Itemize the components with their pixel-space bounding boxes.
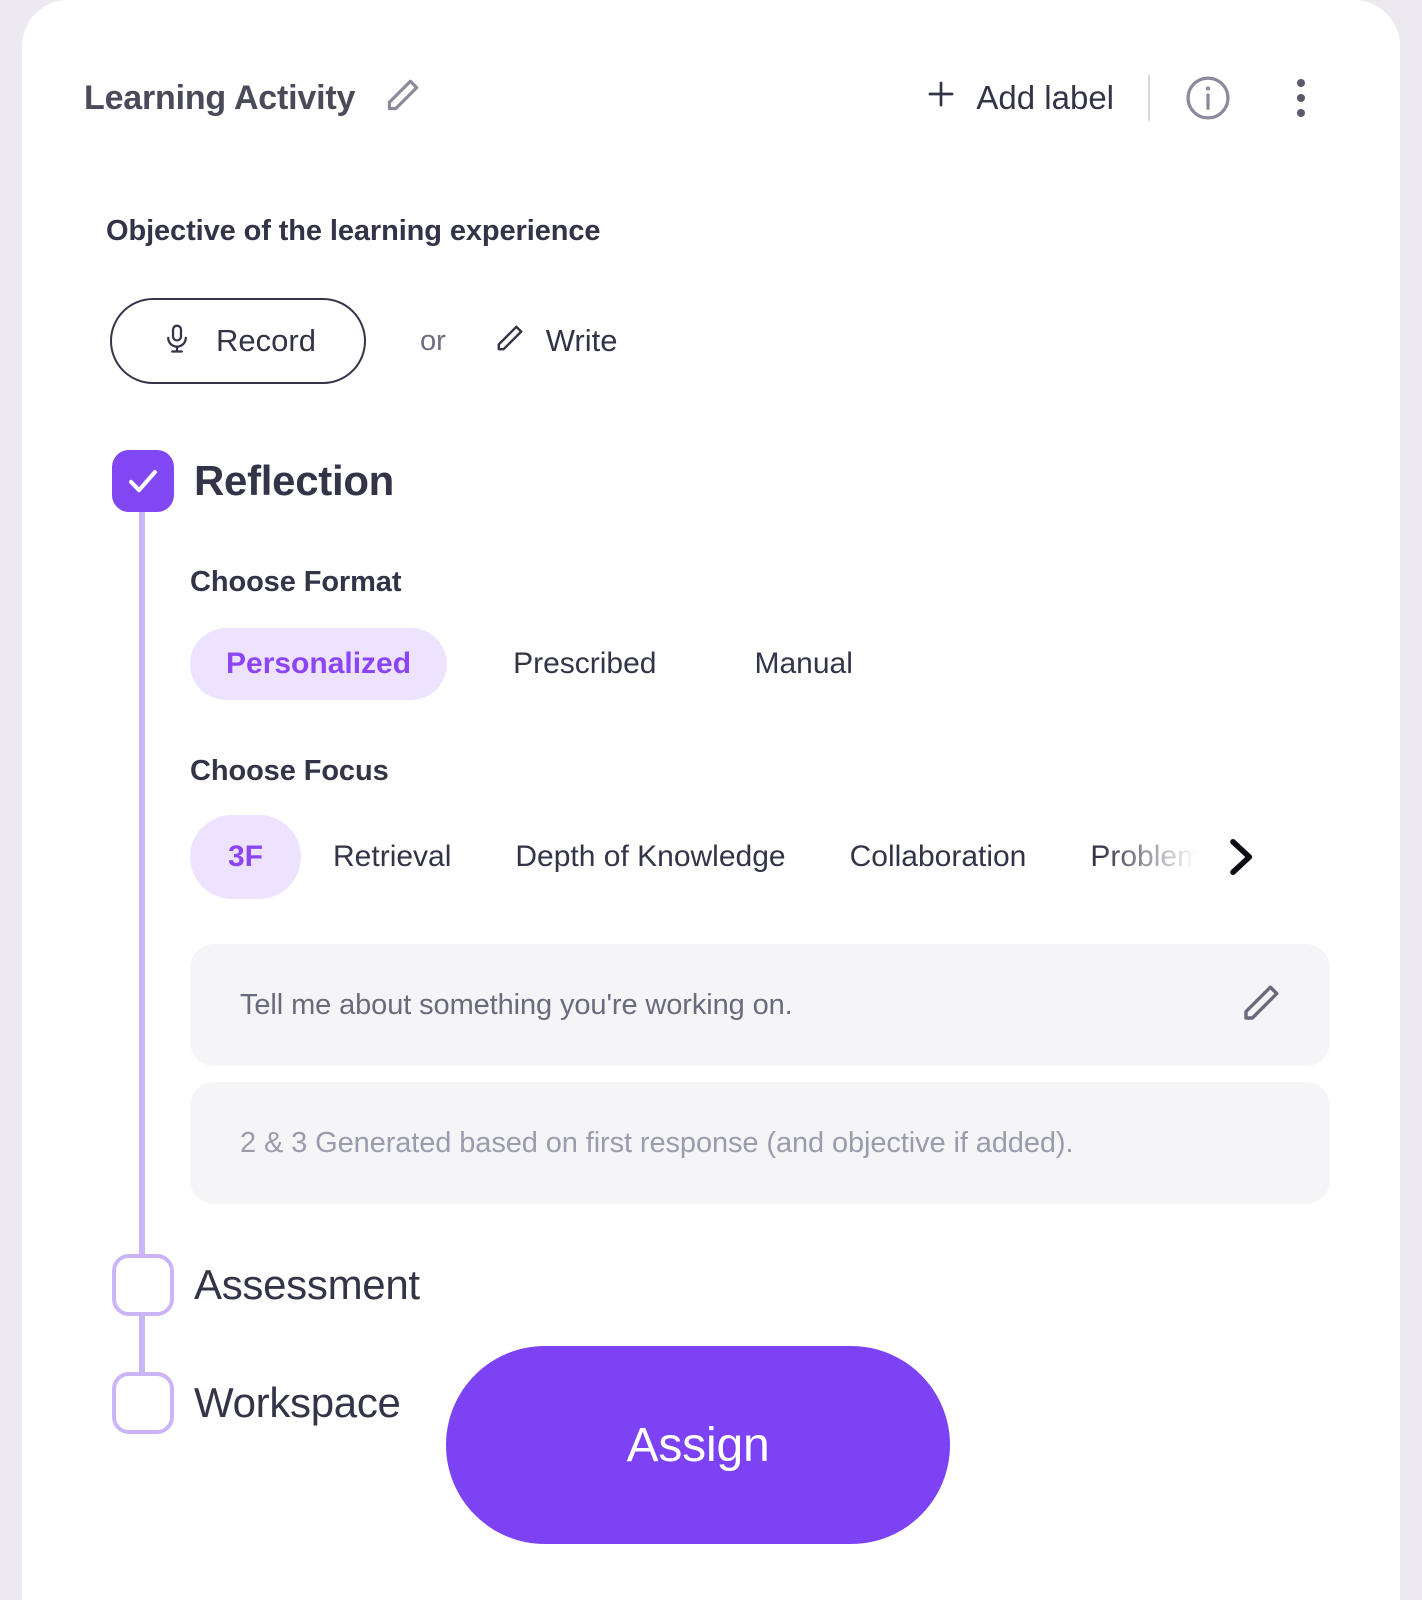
edit-title-pencil-icon[interactable] bbox=[381, 75, 423, 122]
header-actions: Add label bbox=[922, 52, 1324, 144]
choose-focus-options: 3F Retrieval Depth of Knowledge Collabor… bbox=[190, 815, 1268, 899]
reflection-label: Reflection bbox=[194, 457, 395, 504]
objective-input-row: Record or Write bbox=[110, 298, 618, 384]
assign-button[interactable]: Assign bbox=[446, 1346, 950, 1544]
format-option-prescribed[interactable]: Prescribed bbox=[481, 628, 688, 700]
add-label-text: Add label bbox=[976, 79, 1114, 116]
tree-connector-line bbox=[139, 1310, 145, 1372]
focus-option-depth-of-knowledge[interactable]: Depth of Knowledge bbox=[483, 815, 817, 899]
kebab-dot bbox=[1297, 109, 1305, 117]
kebab-menu-icon[interactable] bbox=[1278, 69, 1324, 127]
reflection-checkbox[interactable] bbox=[112, 450, 174, 512]
objective-heading: Objective of the learning experience bbox=[106, 215, 601, 247]
assessment-checkbox[interactable] bbox=[112, 1254, 174, 1316]
write-button-label: Write bbox=[545, 323, 618, 358]
pencil-icon bbox=[492, 322, 526, 361]
assessment-label: Assessment bbox=[194, 1261, 420, 1308]
focus-option-3f[interactable]: 3F bbox=[190, 815, 302, 899]
edit-prompt-pencil-icon[interactable] bbox=[1236, 980, 1284, 1033]
reflection-prompt-2[interactable]: 2 & 3 Generated based on first response … bbox=[190, 1082, 1330, 1204]
header-divider bbox=[1148, 75, 1150, 121]
format-option-personalized[interactable]: Personalized bbox=[190, 628, 448, 700]
plus-icon bbox=[922, 75, 960, 121]
microphone-icon bbox=[160, 322, 194, 361]
chevron-right-icon[interactable] bbox=[1212, 829, 1268, 890]
format-option-manual[interactable]: Manual bbox=[722, 628, 884, 700]
or-separator-text: or bbox=[419, 324, 446, 357]
tree-connector-line bbox=[139, 505, 145, 1275]
reflection-prompt-1[interactable]: Tell me about something you're working o… bbox=[190, 944, 1330, 1066]
step-assessment[interactable]: Assessment bbox=[112, 1254, 420, 1316]
reflection-prompt-1-text: Tell me about something you're working o… bbox=[240, 988, 793, 1021]
choose-focus-heading: Choose Focus bbox=[190, 755, 389, 787]
page-title: Learning Activity bbox=[84, 78, 356, 117]
focus-option-retrieval[interactable]: Retrieval bbox=[301, 815, 483, 899]
choose-format-heading: Choose Format bbox=[190, 566, 402, 598]
add-label-button[interactable]: Add label bbox=[922, 75, 1148, 121]
check-icon bbox=[129, 470, 157, 493]
header-title-group: Learning Activity bbox=[84, 52, 423, 144]
choose-focus-scroller[interactable]: 3F Retrieval Depth of Knowledge Collabor… bbox=[190, 815, 1268, 899]
assign-button-label: Assign bbox=[626, 1418, 770, 1472]
step-workspace[interactable]: Workspace bbox=[112, 1372, 401, 1434]
reflection-prompt-2-text: 2 & 3 Generated based on first response … bbox=[240, 1126, 1074, 1159]
choose-format-options: Personalized Prescribed Manual bbox=[190, 628, 885, 700]
step-reflection[interactable]: Reflection bbox=[112, 450, 394, 512]
record-button[interactable]: Record bbox=[110, 298, 366, 384]
record-button-label: Record bbox=[216, 323, 316, 358]
learning-activity-card: Learning Activity Add label Objective of… bbox=[22, 0, 1400, 1600]
workspace-checkbox[interactable] bbox=[112, 1372, 174, 1434]
write-button[interactable]: Write bbox=[492, 322, 618, 361]
screen-root: Learning Activity Add label Objective of… bbox=[0, 0, 1422, 1600]
kebab-dot bbox=[1297, 94, 1305, 102]
workspace-label: Workspace bbox=[194, 1379, 401, 1426]
info-circle-icon[interactable] bbox=[1182, 72, 1234, 124]
focus-option-problem[interactable]: Problem bbox=[1058, 815, 1234, 899]
focus-option-collaboration[interactable]: Collaboration bbox=[818, 815, 1059, 899]
kebab-dot bbox=[1297, 79, 1305, 87]
card-header: Learning Activity Add label bbox=[22, 52, 1400, 144]
